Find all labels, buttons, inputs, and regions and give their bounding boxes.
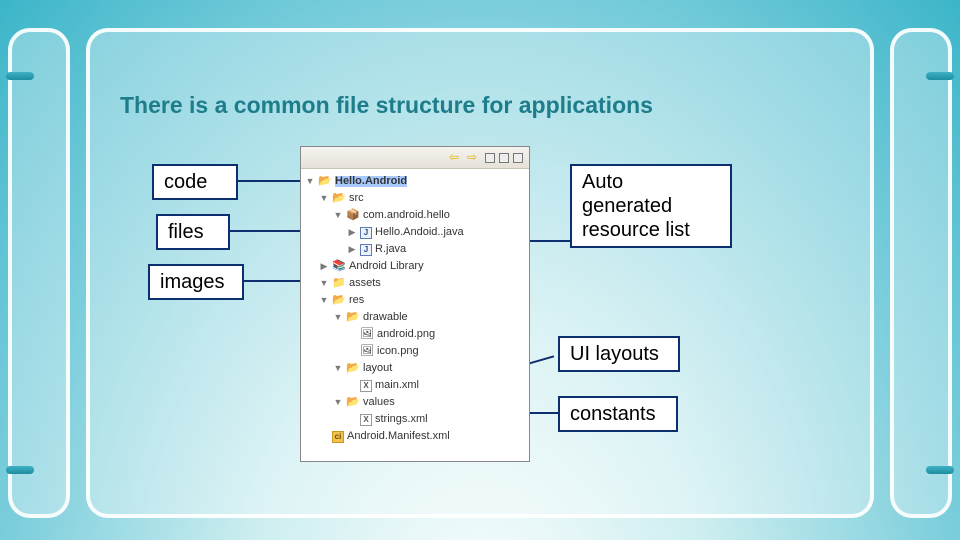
nav-forward-icon[interactable]: ⇨ [467,151,481,165]
toolbar-button[interactable] [485,153,495,163]
folder-open-icon: 📂 [346,363,360,375]
tree-node-image-file[interactable]: ▶ 🖼 icon.png [305,343,529,360]
disclosure-icon[interactable]: ▶ [319,262,329,271]
tree-label: Android.Manifest.xml [347,431,450,442]
label-code: code [152,164,238,200]
xml-file-icon: X [360,380,372,392]
label-images: images [148,264,244,300]
tree-node-xml-file[interactable]: ▶ X main.xml [305,377,529,394]
bg-panel-left [8,28,70,518]
image-file-icon: 🖼 [360,346,374,358]
tree-toolbar: ⇦ ⇨ [301,147,529,169]
folder-open-icon: 📂 [346,312,360,324]
tree-body: ▼ 📂 Hello.Android ▼ 📂 src ▼ 📦 com.androi… [301,169,529,449]
tree-node-layout[interactable]: ▼ 📂 layout [305,360,529,377]
accent-bar [6,72,34,80]
nav-back-icon[interactable]: ⇦ [449,151,463,165]
tree-node-library[interactable]: ▶ 📚 Android Library [305,258,529,275]
tree-label: assets [349,278,381,289]
tree-node-manifest[interactable]: ▶ ci Android.Manifest.xml [305,428,529,445]
disclosure-icon[interactable]: ▼ [319,194,329,203]
tree-node-values[interactable]: ▼ 📂 values [305,394,529,411]
tree-node-project[interactable]: ▼ 📂 Hello.Android [305,173,529,190]
tree-label: Hello.Android [335,176,407,187]
label-ui-layouts: UI layouts [558,336,680,372]
tree-label: layout [363,363,392,374]
java-file-icon: J [360,244,372,256]
tree-node-xml-file[interactable]: ▶ X strings.xml [305,411,529,428]
toolbar-button[interactable] [499,153,509,163]
disclosure-icon[interactable]: ▼ [333,211,343,220]
folder-open-icon: 📂 [332,193,346,205]
tree-node-java-file[interactable]: ▶ J R.java [305,241,529,258]
disclosure-icon[interactable]: ▼ [319,279,329,288]
tree-node-image-file[interactable]: ▶ 🖼 android.png [305,326,529,343]
folder-open-icon: 📁 [332,278,346,290]
tree-node-src[interactable]: ▼ 📂 src [305,190,529,207]
accent-bar [6,466,34,474]
disclosure-icon[interactable]: ▼ [333,313,343,322]
tree-node-java-file[interactable]: ▶ J Hello.Andoid..java [305,224,529,241]
project-tree-panel: ⇦ ⇨ ▼ 📂 Hello.Android ▼ 📂 src ▼ 📦 com.an… [300,146,530,462]
xml-file-icon: X [360,414,372,426]
disclosure-icon[interactable]: ▼ [319,296,329,305]
tree-node-drawable[interactable]: ▼ 📂 drawable [305,309,529,326]
folder-open-icon: 📂 [318,176,332,188]
disclosure-icon[interactable]: ▼ [333,364,343,373]
accent-bar [926,72,954,80]
tree-label: Hello.Andoid..java [375,227,464,238]
label-files: files [156,214,230,250]
tree-label: strings.xml [375,414,428,425]
disclosure-icon[interactable]: ▼ [305,177,315,186]
image-file-icon: 🖼 [360,329,374,341]
tree-label: Android Library [349,261,424,272]
tree-node-res[interactable]: ▼ 📂 res [305,292,529,309]
label-auto-gen: Auto generated resource list [570,164,732,248]
package-icon: 📦 [346,210,360,222]
bg-panel-right [890,28,952,518]
tree-node-package[interactable]: ▼ 📦 com.android.hello [305,207,529,224]
tree-label: values [363,397,395,408]
folder-open-icon: 📂 [332,295,346,307]
manifest-file-icon: ci [332,431,344,443]
java-file-icon: J [360,227,372,239]
accent-bar [926,466,954,474]
slide-title: There is a common file structure for app… [120,92,653,119]
folder-open-icon: 📂 [346,397,360,409]
label-constants: constants [558,396,678,432]
tree-label: com.android.hello [363,210,450,221]
disclosure-icon[interactable]: ▶ [347,245,357,254]
tree-label: src [349,193,364,204]
library-icon: 📚 [332,261,346,273]
tree-label: icon.png [377,346,419,357]
tree-label: R.java [375,244,406,255]
tree-label: android.png [377,329,435,340]
tree-label: main.xml [375,380,419,391]
disclosure-icon[interactable]: ▶ [347,228,357,237]
toolbar-button[interactable] [513,153,523,163]
disclosure-icon[interactable]: ▼ [333,398,343,407]
tree-label: drawable [363,312,408,323]
connector-line [244,280,300,282]
tree-label: res [349,295,364,306]
tree-node-assets[interactable]: ▼ 📁 assets [305,275,529,292]
